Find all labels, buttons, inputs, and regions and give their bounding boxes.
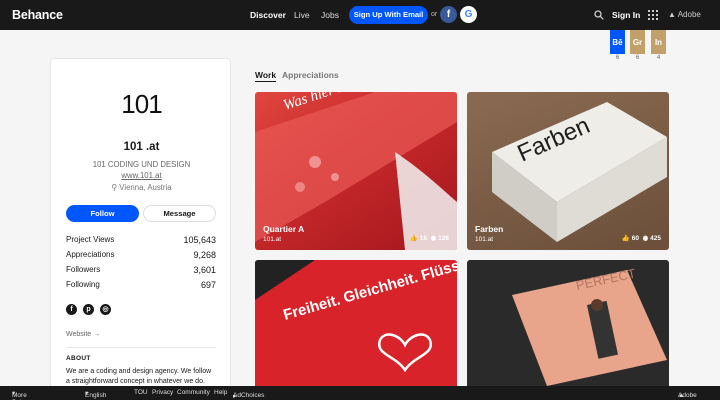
ribbon-count: 6 xyxy=(635,55,640,61)
pinterest-icon[interactable]: p xyxy=(83,304,94,315)
instagram-icon[interactable]: ◎ xyxy=(100,304,111,315)
profile-website-link[interactable]: www.101.at xyxy=(51,171,232,180)
project-card-perfect[interactable]: PERFECT xyxy=(467,260,669,400)
project-card-quartier-a[interactable]: Was hier muss erst erfunden Quartier A 1… xyxy=(255,92,457,250)
project-stats: 👍 15 ◉ 126 xyxy=(409,235,449,242)
avatar[interactable]: 101 xyxy=(51,89,232,120)
project-stats: 👍 60 ◉ 425 xyxy=(621,235,661,242)
interaction-ribbon-badge[interactable]: In xyxy=(651,30,666,54)
cover-text: Freiheit. Gleichheit. Flüssigkeit. xyxy=(281,260,457,324)
project-card-freiheit[interactable]: Freiheit. Gleichheit. Flüssigkeit. xyxy=(255,260,457,400)
project-cover-image: Freiheit. Gleichheit. Flüssigkeit. xyxy=(255,260,457,373)
graphic-design-ribbon-badge[interactable]: Gr xyxy=(630,30,645,54)
ribbon-count: 4 xyxy=(656,55,661,61)
ribbon-count: 6 xyxy=(615,55,620,61)
signup-email-button[interactable]: Sign Up With Email xyxy=(349,6,428,24)
google-signin-icon[interactable]: G xyxy=(460,6,477,23)
profile-name: 101 .at xyxy=(123,141,160,153)
project-title: Farben xyxy=(475,224,504,234)
social-links: f p ◎ xyxy=(66,304,111,315)
divider xyxy=(66,347,216,348)
stat-row: Project Views 105,643 xyxy=(66,235,216,245)
nav-discover[interactable]: Discover xyxy=(250,10,286,20)
search-icon[interactable] xyxy=(594,10,604,20)
stat-row[interactable]: Following 697 xyxy=(66,280,216,295)
project-owner[interactable]: 101.at xyxy=(263,236,281,243)
stat-row[interactable]: Followers 3,601 xyxy=(66,265,216,280)
tab-work[interactable]: Work xyxy=(255,70,276,80)
thumbs-up-icon: 👍 xyxy=(409,235,418,242)
profile-location: ⚲ Vienna, Austria xyxy=(111,183,172,192)
profile-card: 101 101 .at 101 CODING UND DESIGN www.10… xyxy=(50,58,231,400)
follow-button[interactable]: Follow xyxy=(66,205,139,222)
more-behance-menu[interactable]: More Behance ▾ xyxy=(12,389,38,400)
location-pin-icon: ⚲ xyxy=(111,183,118,192)
profile-company: 101 CODING UND DESIGN xyxy=(92,160,191,169)
message-button[interactable]: Message xyxy=(143,205,216,222)
project-cover-image: PERFECT xyxy=(512,266,667,386)
footer-bar: More Behance ▾ English ▾ TOU Privacy Com… xyxy=(0,386,720,400)
tab-appreciations[interactable]: Appreciations xyxy=(282,70,339,80)
behance-ribbon-badge[interactable]: Bē xyxy=(610,30,625,54)
project-owner[interactable]: 101.at xyxy=(475,236,493,243)
behance-logo[interactable]: Behance xyxy=(12,8,63,22)
adobe-icon: ▲ xyxy=(668,10,676,19)
about-heading: ABOUT xyxy=(66,355,91,362)
footer-link-community[interactable]: Community xyxy=(177,389,210,396)
facebook-icon[interactable]: f xyxy=(66,304,77,315)
facebook-signin-icon[interactable]: f xyxy=(440,6,457,23)
footer-link-help[interactable]: Help xyxy=(214,389,227,396)
project-title: Quartier A xyxy=(263,224,305,234)
signin-link[interactable]: Sign In xyxy=(612,10,640,20)
thumbs-up-icon: 👍 xyxy=(621,235,630,242)
eye-icon: ◉ xyxy=(642,235,649,242)
project-card-farben[interactable]: Farben Farben 101.at 👍 60 ◉ 425 xyxy=(467,92,669,250)
profile-stats: Project Views 105,643 Appreciations 9,268 … xyxy=(66,235,216,295)
or-text: or xyxy=(431,11,438,18)
website-link[interactable]: Website → xyxy=(66,331,100,338)
nav-live[interactable]: Live xyxy=(294,10,310,20)
language-select[interactable]: English ▾ xyxy=(85,389,106,399)
adobe-link[interactable]: ▲ Adobe xyxy=(668,10,701,19)
top-navigation-bar: Behance Discover Live Jobs Sign Up With … xyxy=(0,0,720,30)
stat-row: Appreciations 9,268 xyxy=(66,250,216,260)
apps-grid-icon[interactable] xyxy=(648,10,658,20)
nav-jobs[interactable]: Jobs xyxy=(321,10,339,20)
footer-link-privacy[interactable]: Privacy xyxy=(152,389,173,396)
footer-link-tou[interactable]: TOU xyxy=(134,389,148,396)
eye-icon: ◉ xyxy=(430,235,437,242)
